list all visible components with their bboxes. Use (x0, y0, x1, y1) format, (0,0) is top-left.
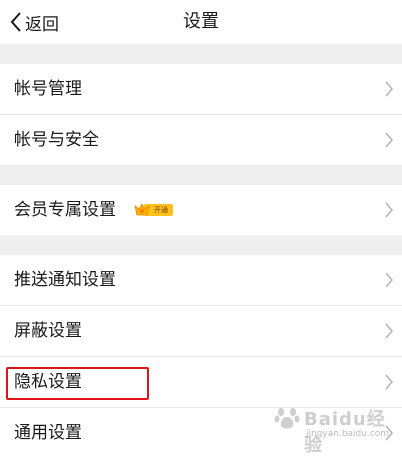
section-gap (0, 165, 402, 185)
chevron-right-icon (385, 132, 393, 148)
chevron-right-icon (385, 374, 393, 390)
settings-item-label: 会员专属设置 (14, 200, 116, 220)
settings-item-label: 隐私设置 (14, 372, 82, 392)
section-gap (0, 235, 402, 255)
top-nav-bar: 返回 设置 (0, 0, 402, 44)
chevron-right-icon (385, 272, 393, 288)
settings-item-label: 通用设置 (14, 423, 82, 443)
chevron-right-icon (385, 323, 393, 339)
settings-item-account-security[interactable]: 帐号与安全 (0, 115, 402, 165)
chevron-right-icon (385, 81, 393, 97)
page-title: 设置 (183, 11, 219, 32)
settings-item-push[interactable]: 推送通知设置 (0, 255, 402, 305)
settings-item-account-manage[interactable]: 帐号管理 (0, 64, 402, 114)
settings-item-general[interactable]: 通用设置 (0, 408, 402, 458)
vip-badge: 开通 (134, 202, 174, 218)
settings-item-label: 推送通知设置 (14, 270, 116, 290)
settings-item-label: 帐号管理 (14, 79, 82, 99)
settings-item-label: 帐号与安全 (14, 130, 99, 150)
settings-item-privacy[interactable]: 隐私设置 (0, 357, 402, 407)
vip-badge-label: 开通 (154, 206, 168, 214)
settings-item-block[interactable]: 屏蔽设置 (0, 306, 402, 356)
chevron-right-icon (385, 202, 393, 218)
settings-item-member[interactable]: 会员专属设置 开通 (0, 185, 402, 235)
settings-item-label: 屏蔽设置 (14, 321, 82, 341)
section-gap (0, 44, 402, 64)
chevron-right-icon (385, 425, 393, 441)
